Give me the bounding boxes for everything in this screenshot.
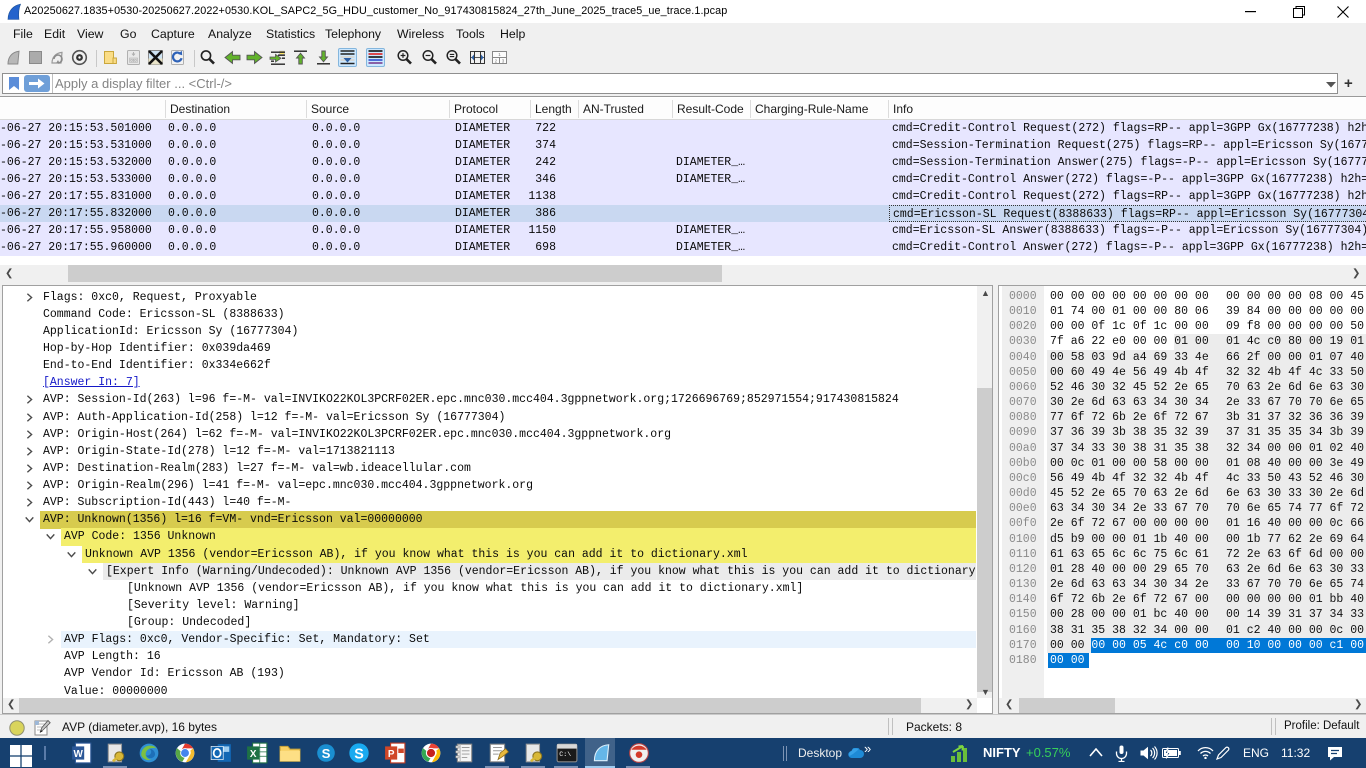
svg-text:P: P — [388, 749, 395, 760]
svg-text:010: 010 — [131, 59, 137, 63]
svg-text:C:\: C:\ — [559, 751, 571, 758]
svg-text:W: W — [73, 749, 83, 760]
svg-text:S: S — [354, 747, 364, 763]
svg-text:S: S — [322, 746, 331, 761]
svg-text:X: X — [250, 749, 257, 760]
